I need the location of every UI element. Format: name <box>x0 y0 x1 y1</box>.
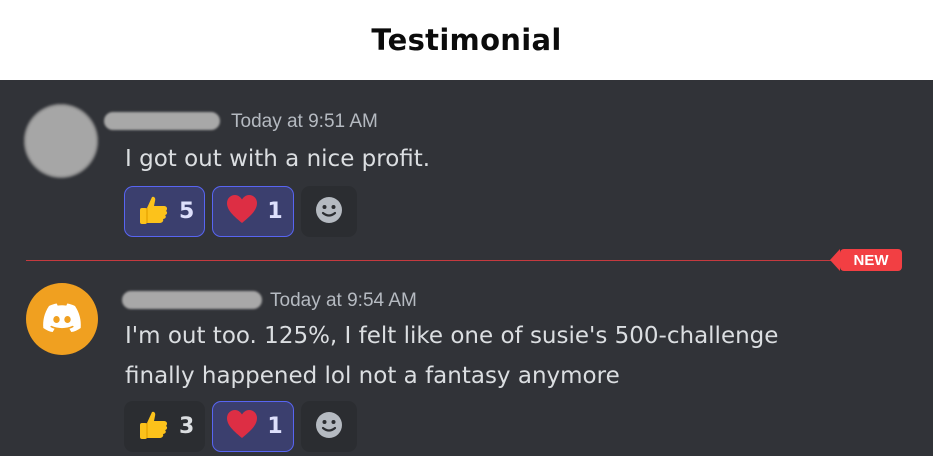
reaction-thumbs-up[interactable]: 5 <box>124 186 206 237</box>
message-text: I got out with a nice profit. <box>125 146 431 172</box>
reactions-bar: 5 1 <box>124 186 357 237</box>
reaction-count: 5 <box>179 199 195 224</box>
red-heart-icon <box>225 193 259 231</box>
new-messages-divider <box>26 260 902 261</box>
thumbs-up-icon <box>137 408 171 446</box>
user-avatar-redacted[interactable] <box>24 104 98 178</box>
discord-avatar[interactable] <box>26 283 98 355</box>
new-badge: NEW <box>830 249 902 271</box>
smiley-icon <box>314 410 344 444</box>
reaction-heart[interactable]: 1 <box>212 401 294 452</box>
message-timestamp: Today at 9:51 AM <box>231 111 378 132</box>
reaction-count: 1 <box>267 199 283 224</box>
username-redacted[interactable] <box>104 112 220 130</box>
header: Testimonial <box>0 0 933 80</box>
chat-panel: Today at 9:51 AM I got out with a nice p… <box>0 80 933 456</box>
message-text-line-1: I'm out too. 125%, I felt like one of su… <box>125 323 779 349</box>
reaction-count: 3 <box>179 414 195 439</box>
message-text-line-2: finally happened lol not a fantasy anymo… <box>125 363 620 389</box>
message-timestamp: Today at 9:54 AM <box>270 290 417 311</box>
red-heart-icon <box>225 408 259 446</box>
add-reaction-button[interactable] <box>300 401 357 452</box>
reaction-thumbs-up[interactable]: 3 <box>124 401 206 452</box>
reaction-count: 1 <box>267 414 283 439</box>
reactions-bar: 3 1 <box>124 401 357 452</box>
reaction-heart[interactable]: 1 <box>212 186 294 237</box>
thumbs-up-icon <box>137 193 171 231</box>
page-title: Testimonial <box>371 23 562 57</box>
discord-logo-icon <box>42 302 82 336</box>
username-redacted[interactable] <box>122 291 262 309</box>
smiley-icon <box>314 195 344 229</box>
add-reaction-button[interactable] <box>300 186 357 237</box>
